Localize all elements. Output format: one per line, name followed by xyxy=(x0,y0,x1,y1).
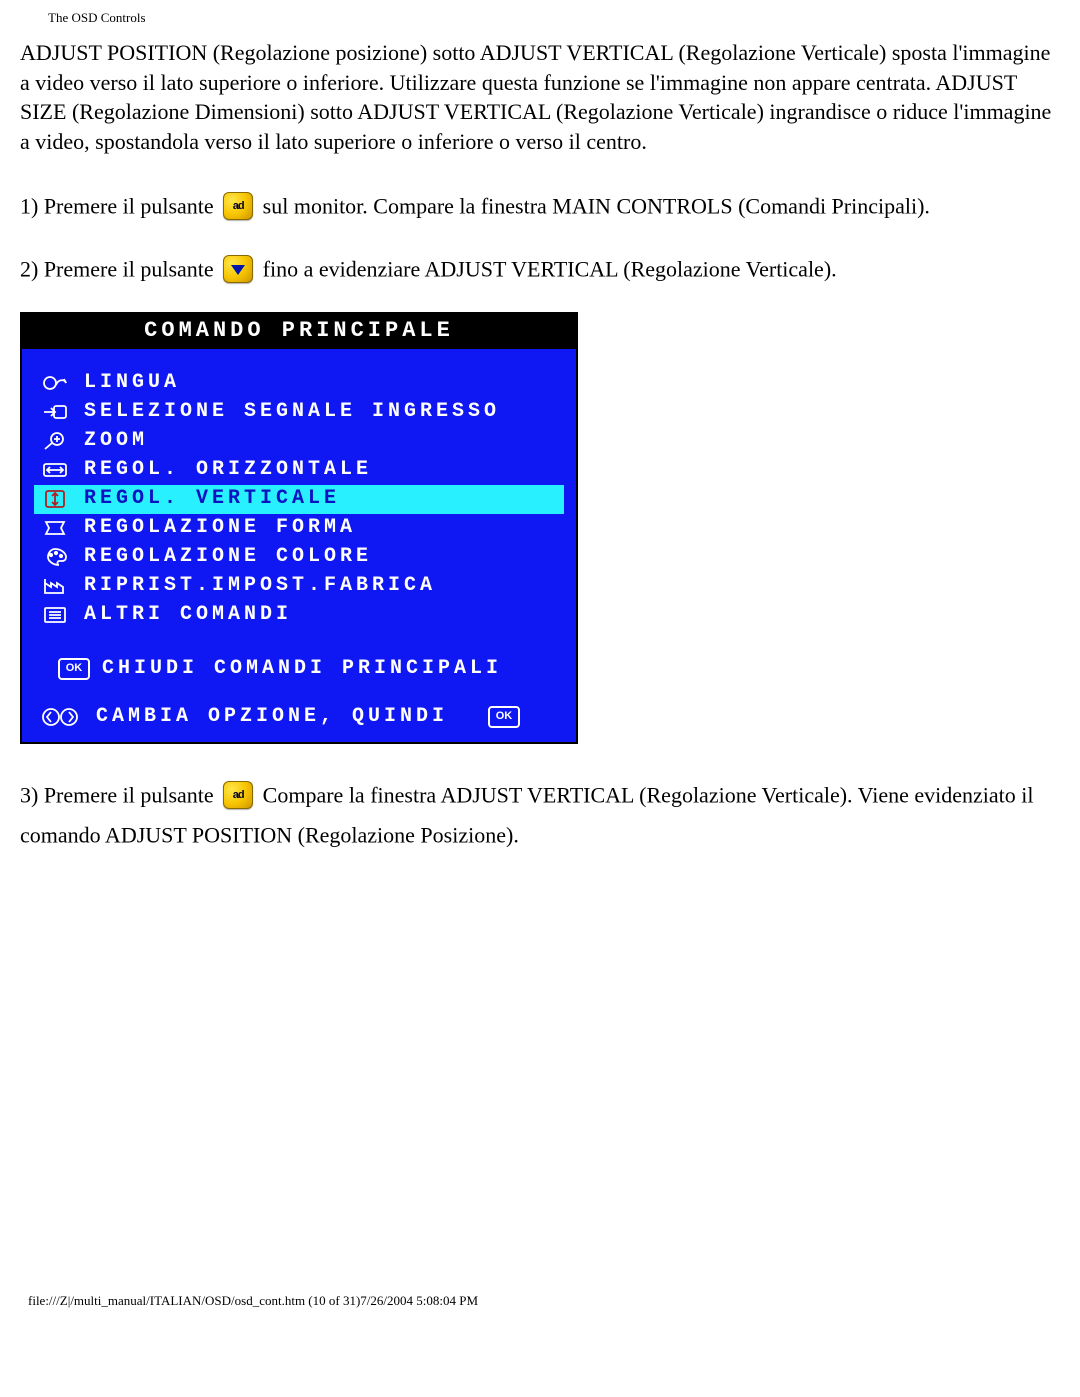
osd-item-label: SELEZIONE SEGNALE INGRESSO xyxy=(72,399,500,425)
osd-close-row: OK CHIUDI COMANDI PRINCIPALI xyxy=(34,654,564,684)
step1-text-b: sul monitor. Compare la finestra MAIN CO… xyxy=(263,193,930,218)
step1-text-a: 1) Premere il pulsante xyxy=(20,193,219,218)
step3-text-a: 3) Premere il pulsante xyxy=(20,782,219,807)
list-icon xyxy=(38,605,72,625)
palette-icon xyxy=(38,547,72,567)
osd-item-label: REGOLAZIONE COLORE xyxy=(72,544,372,570)
osd-item-color: REGOLAZIONE COLORE xyxy=(34,543,564,572)
osd-item-extra: ALTRI COMANDI xyxy=(34,601,564,630)
ok-chip-icon: OK xyxy=(58,658,90,680)
ok-button-icon xyxy=(223,781,253,809)
osd-hint-label: CAMBIA OPZIONE, QUINDI xyxy=(84,704,488,730)
osd-item-zoom: ZOOM xyxy=(34,427,564,456)
osd-item-label: RIPRIST.IMPOST.FABRICA xyxy=(72,573,436,599)
step2-text-a: 2) Premere il pulsante xyxy=(20,257,219,282)
shape-icon xyxy=(38,518,72,538)
osd-menu: COMANDO PRINCIPALE LINGUA SELEZIONE SEGN… xyxy=(20,312,578,744)
osd-item-shape: REGOLAZIONE FORMA xyxy=(34,514,564,543)
osd-item-label: ZOOM xyxy=(72,428,148,454)
step-2: 2) Premere il pulsante fino a evidenziar… xyxy=(20,248,1060,288)
osd-item-factory: RIPRIST.IMPOST.FABRICA xyxy=(34,572,564,601)
ok-chip-icon: OK xyxy=(488,706,520,728)
osd-body: LINGUA SELEZIONE SEGNALE INGRESSO ZOOM R… xyxy=(22,349,576,742)
osd-item-input: SELEZIONE SEGNALE INGRESSO xyxy=(34,398,564,427)
osd-item-vertical: REGOL. VERTICALE xyxy=(34,485,564,514)
osd-item-lingua: LINGUA xyxy=(34,369,564,398)
ok-button-icon xyxy=(223,192,253,220)
down-arrow-button-icon xyxy=(223,255,253,283)
page-header: The OSD Controls xyxy=(48,10,1060,26)
step-3: 3) Premere il pulsante Compare la finest… xyxy=(20,774,1060,853)
osd-item-label: REGOL. VERTICALE xyxy=(72,486,340,512)
horizontal-icon xyxy=(38,460,72,480)
zoom-icon xyxy=(38,431,72,451)
nav-arrows-icon xyxy=(38,707,84,727)
step-1: 1) Premere il pulsante sul monitor. Comp… xyxy=(20,185,1060,225)
step2-text-b: fino a evidenziare ADJUST VERTICAL (Rego… xyxy=(263,257,837,282)
osd-close-label: CHIUDI COMANDI PRINCIPALI xyxy=(90,656,502,682)
osd-item-label: REGOL. ORIZZONTALE xyxy=(72,457,372,483)
input-icon xyxy=(38,402,72,422)
osd-footer-hint: CAMBIA OPZIONE, QUINDI OK xyxy=(34,702,564,732)
osd-title: COMANDO PRINCIPALE xyxy=(22,314,576,349)
factory-reset-icon xyxy=(38,576,72,596)
language-icon xyxy=(38,373,72,393)
intro-paragraph: ADJUST POSITION (Regolazione posizione) … xyxy=(20,38,1060,157)
osd-item-label: REGOLAZIONE FORMA xyxy=(72,515,356,541)
osd-item-label: ALTRI COMANDI xyxy=(72,602,292,628)
vertical-icon xyxy=(38,489,72,509)
footer-path: file:///Z|/multi_manual/ITALIAN/OSD/osd_… xyxy=(20,1293,1060,1309)
osd-item-label: LINGUA xyxy=(72,370,180,396)
osd-item-horizontal: REGOL. ORIZZONTALE xyxy=(34,456,564,485)
